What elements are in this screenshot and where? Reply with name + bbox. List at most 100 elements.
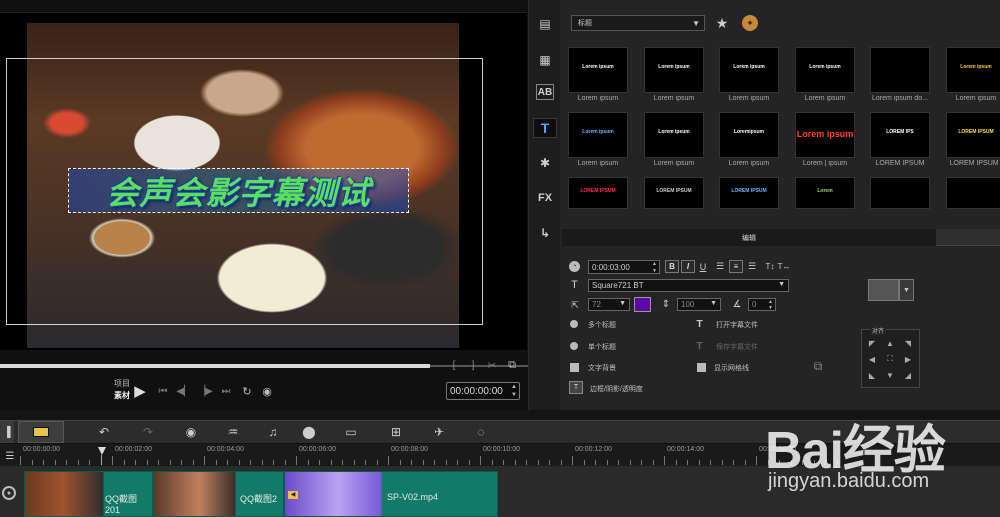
sound-mixer-icon[interactable]: ♒ xyxy=(222,423,244,441)
align-center-icon[interactable]: ⛶ xyxy=(884,353,896,365)
title-template-thumbnail[interactable]: Lorem ipsum xyxy=(946,47,1000,93)
font-select[interactable]: Square721 BT ▼ xyxy=(588,279,789,292)
enlarge-preview-icon[interactable]: ⧉ xyxy=(505,358,519,372)
title-template-thumbnail[interactable]: Lorem ipsum xyxy=(568,47,628,93)
go-to-start-icon[interactable]: ⏮ xyxy=(156,384,170,398)
title-template-thumbnail[interactable]: Lorem ipsum xyxy=(644,112,704,158)
text-direction-icon[interactable]: T↔ xyxy=(778,260,791,273)
border-shadow-transparency-link[interactable]: 边框/阴影/透明度 xyxy=(590,384,643,394)
open-subtitle-file-link[interactable]: 打开字幕文件 xyxy=(716,320,758,330)
vertical-text-icon[interactable]: T↕ xyxy=(764,260,776,273)
time-remapping-icon[interactable]: ✈ xyxy=(428,423,450,441)
show-grid-checkbox[interactable] xyxy=(697,363,706,372)
mask-creator-icon[interactable]: ◌ xyxy=(470,423,492,441)
timecode-stepper-icon[interactable]: ▲ ▼ xyxy=(511,383,517,399)
save-subtitle-file-link[interactable]: 保存字幕文件 xyxy=(716,342,758,352)
path-icon[interactable]: ↳ xyxy=(533,223,557,243)
volume-icon[interactable]: ◉ xyxy=(260,384,274,398)
title-template-thumbnail[interactable] xyxy=(946,177,1000,209)
add-star-icon[interactable]: ★ xyxy=(712,14,732,32)
library-category-dropdown[interactable]: 标题 ▼ xyxy=(571,15,705,31)
align-bottom-left-icon[interactable]: ◣ xyxy=(866,369,878,381)
duration-stepper-icon[interactable]: ▲ ▼ xyxy=(652,261,657,275)
underline-button[interactable]: U xyxy=(697,260,709,273)
align-left-icon[interactable]: ☰ xyxy=(713,260,727,273)
graphics-icon[interactable]: ✱ xyxy=(533,153,557,173)
line-spacing-select[interactable]: 100 ▼ xyxy=(677,298,721,311)
record-capture-icon[interactable]: ◉ xyxy=(180,423,202,441)
align-right-icon[interactable]: ▶ xyxy=(902,353,914,365)
clip-1[interactable]: QQ截图201 xyxy=(24,471,153,517)
title-template-thumbnail[interactable]: Lorem xyxy=(795,177,855,209)
redo-icon[interactable]: ↷ xyxy=(137,423,159,441)
storyboard-view-icon[interactable]: ▐ xyxy=(0,421,14,443)
title-template-thumbnail[interactable]: Lorem ipsum xyxy=(795,47,855,93)
playback-scrubber[interactable] xyxy=(0,364,430,368)
title-template-thumbnail[interactable] xyxy=(870,47,930,93)
multi-camera-icon[interactable]: ⊞ xyxy=(385,423,407,441)
media-icon[interactable]: ▤ xyxy=(533,14,557,34)
border-shadow-icon[interactable]: T xyxy=(569,381,583,394)
title-template-thumbnail[interactable]: LOREM IPSUM xyxy=(568,177,628,209)
align-bottom-icon[interactable]: ▼ xyxy=(884,369,896,381)
title-template-thumbnail[interactable]: Lorem ipsum xyxy=(719,47,779,93)
next-frame-icon[interactable]: ▕▶ xyxy=(197,384,212,398)
track-manager-icon[interactable]: ☰ xyxy=(0,446,20,466)
instant-project-icon[interactable]: ▦ xyxy=(533,50,557,70)
align-center-icon[interactable]: ≡ xyxy=(729,260,743,273)
font-size-select[interactable]: 72 ▼ xyxy=(588,298,630,311)
repeat-icon[interactable]: ↻ xyxy=(240,384,254,398)
auto-music-icon[interactable]: ♫ xyxy=(262,423,284,441)
title-template-thumbnail[interactable] xyxy=(870,177,930,209)
title-template-thumbnail[interactable]: Lorem ipsum xyxy=(568,112,628,158)
project-clip-mode[interactable]: 项目 素材 xyxy=(95,378,130,402)
title-icon[interactable]: T xyxy=(533,118,557,138)
get-more-content-icon[interactable]: ✦ xyxy=(742,15,758,31)
video-track-icon[interactable]: ● xyxy=(2,486,16,500)
split-clip-icon[interactable]: ✂ xyxy=(485,358,499,372)
font-color-swatch[interactable] xyxy=(634,297,651,312)
title-template-thumbnail[interactable]: Loremipsum xyxy=(719,112,779,158)
go-to-end-icon[interactable]: ⏭ xyxy=(219,384,233,398)
angle-stepper-icon[interactable]: ▲ ▼ xyxy=(768,299,773,311)
undo-icon[interactable]: ↶ xyxy=(93,423,115,441)
save-subtitle-icon[interactable]: T xyxy=(693,340,706,352)
project-mode-label[interactable]: 项目 xyxy=(95,378,130,390)
filter-fx-icon[interactable]: FX xyxy=(533,188,557,208)
text-background-checkbox[interactable] xyxy=(570,363,579,372)
angle-field[interactable]: 0 ▲ ▼ xyxy=(748,298,776,311)
previous-frame-icon[interactable]: ◀▏ xyxy=(176,384,191,398)
align-top-right-icon[interactable]: ◥ xyxy=(902,337,914,349)
title-template-thumbnail[interactable]: LOREM IPSUM xyxy=(946,112,1000,158)
bold-button[interactable]: B xyxy=(665,260,679,273)
duration-field[interactable]: 0:00:03:00 ▲ ▼ xyxy=(588,260,660,274)
tab-edit[interactable]: 编辑 xyxy=(562,229,936,246)
title-template-thumbnail[interactable]: LOREM IPSUM xyxy=(719,177,779,209)
motion-tracking-icon[interactable]: ⬤ xyxy=(298,423,320,441)
align-top-icon[interactable]: ▲ xyxy=(884,337,896,349)
mark-out-icon[interactable]: ] xyxy=(466,358,480,372)
single-title-radio[interactable] xyxy=(570,342,578,350)
title-template-thumbnail[interactable]: Lorem ipsum xyxy=(795,112,855,158)
italic-button[interactable]: I xyxy=(681,260,695,273)
grid-settings-icon[interactable]: ⧉ xyxy=(808,358,828,374)
clip-mode-label[interactable]: 素材 xyxy=(95,390,130,402)
multi-title-radio[interactable] xyxy=(570,320,578,328)
timecode-field[interactable]: 00:00:00:00 ▲ ▼ xyxy=(446,382,520,400)
title-template-thumbnail[interactable]: LOREM IPS xyxy=(870,112,930,158)
align-left-icon[interactable]: ◀ xyxy=(866,353,878,365)
open-subtitle-icon[interactable]: T xyxy=(693,318,706,330)
border-color-box[interactable] xyxy=(868,279,899,301)
clip-3[interactable]: ◀ SP-V02.mp4 xyxy=(284,471,498,517)
align-bottom-right-icon[interactable]: ◢ xyxy=(902,369,914,381)
align-top-left-icon[interactable]: ◤ xyxy=(866,337,878,349)
title-template-thumbnail[interactable]: LOREM IPSUM xyxy=(644,177,704,209)
subtitle-editor-icon[interactable]: ▭ xyxy=(340,423,362,441)
align-right-icon[interactable]: ☰ xyxy=(745,260,759,273)
title-template-thumbnail[interactable]: Lorem ipsum xyxy=(644,47,704,93)
timeline-view-button[interactable] xyxy=(18,421,64,443)
chevron-down-icon[interactable]: ▼ xyxy=(899,279,914,301)
transition-icon[interactable]: AB xyxy=(536,84,554,100)
clip-2[interactable]: QQ截图2 xyxy=(153,471,284,517)
play-icon[interactable]: ▶ xyxy=(131,382,149,400)
